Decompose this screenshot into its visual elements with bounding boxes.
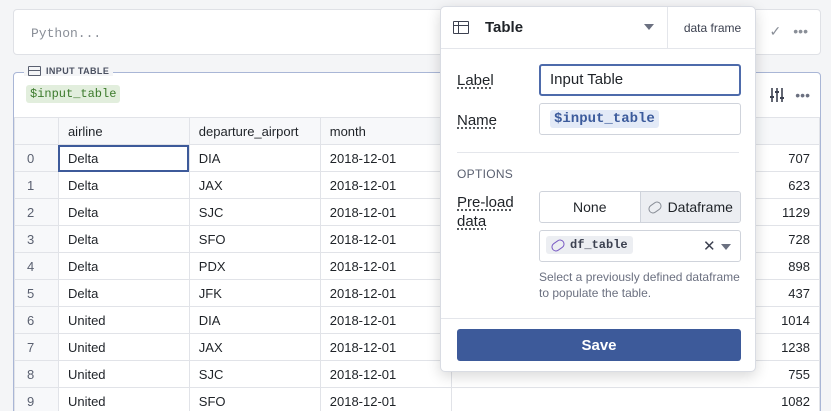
cell-departure-airport[interactable]: JFK — [188, 279, 321, 307]
cell-airline[interactable]: Delta — [57, 144, 190, 172]
save-button[interactable]: Save — [457, 329, 741, 361]
selected-dataframe-chip: df_table — [546, 236, 633, 254]
settings-sliders-icon[interactable] — [769, 87, 785, 103]
row-index: 4 — [14, 252, 59, 280]
cell-departure-airport[interactable]: SJC — [188, 198, 321, 226]
popover-header: Table data frame — [441, 7, 755, 49]
label-field-value[interactable]: Input Table — [550, 71, 623, 88]
column-header-month[interactable]: month — [319, 117, 452, 145]
clear-selection-icon[interactable]: ✕ — [703, 237, 716, 255]
row-index: 0 — [14, 144, 59, 172]
row-index: 2 — [14, 198, 59, 226]
table-row: 9 United SFO 2018-12-01 1082 — [14, 387, 821, 411]
row-index: 7 — [14, 333, 59, 361]
cell-month[interactable]: 2018-12-01 — [319, 225, 452, 253]
cell-departure-airport[interactable]: PDX — [188, 252, 321, 280]
cell-airline[interactable]: United — [57, 306, 190, 334]
input-table-tag-label: INPUT TABLE — [46, 66, 110, 76]
row-index: 5 — [14, 279, 59, 307]
cell-airline[interactable]: United — [57, 360, 190, 388]
input-type-select[interactable]: Table — [485, 19, 523, 36]
label-field[interactable]: Input Table — [539, 64, 741, 96]
row-index: 3 — [14, 225, 59, 253]
python-placeholder[interactable]: Python... — [31, 26, 101, 41]
cell-month[interactable]: 2018-12-01 — [319, 171, 452, 199]
tab-data-frame[interactable]: data frame — [667, 7, 757, 48]
cell-month[interactable]: 2018-12-01 — [319, 279, 452, 307]
divider — [457, 152, 739, 153]
cell-departure-airport[interactable]: DIA — [188, 306, 321, 334]
preload-label-line2: data — [457, 213, 487, 230]
options-heading: OPTIONS — [457, 167, 514, 181]
preload-segmented-control: None Dataframe — [539, 191, 741, 223]
table-icon — [28, 66, 41, 76]
dataframe-help-text: Select a previously defined dataframe to… — [539, 270, 740, 300]
popover-footer-divider — [441, 318, 755, 319]
cell-departure-airport[interactable]: SFO — [188, 225, 321, 253]
cell-month[interactable]: 2018-12-01 — [319, 387, 452, 411]
name-variable-chip[interactable]: $input_table — [550, 110, 659, 128]
cell-month[interactable]: 2018-12-01 — [319, 360, 452, 388]
table-type-icon — [453, 21, 469, 34]
cell-value[interactable]: 1082 — [450, 387, 821, 411]
label-field-label: Label — [457, 72, 494, 89]
name-field[interactable]: $input_table — [539, 103, 741, 135]
more-icon[interactable]: ••• — [793, 23, 808, 40]
cell-departure-airport[interactable]: JAX — [188, 171, 321, 199]
preload-data-label: Pre-load data — [457, 193, 514, 231]
cell-departure-airport[interactable]: SJC — [188, 360, 321, 388]
cell-airline[interactable]: Delta — [57, 198, 190, 226]
table-variable-chip: $input_table — [26, 85, 121, 103]
preload-none-label: None — [573, 199, 607, 215]
chevron-down-icon[interactable] — [644, 24, 654, 30]
cell-airline[interactable]: United — [57, 387, 190, 411]
cell-airline[interactable]: Delta — [57, 225, 190, 253]
preload-label-line1: Pre-load — [457, 194, 514, 211]
cell-month[interactable]: 2018-12-01 — [319, 306, 452, 334]
preload-dataframe-label: Dataframe — [667, 199, 733, 215]
column-header-airline[interactable]: airline — [57, 117, 190, 145]
cell-departure-airport[interactable]: JAX — [188, 333, 321, 361]
dataframe-select[interactable]: df_table ✕ — [539, 230, 741, 262]
cell-departure-airport[interactable]: DIA — [188, 144, 321, 172]
cell-airline[interactable]: Delta — [57, 252, 190, 280]
selected-dataframe-name: df_table — [570, 238, 628, 252]
input-table-tag: INPUT TABLE — [24, 66, 114, 76]
check-icon[interactable]: ✓ — [770, 23, 782, 40]
cell-month[interactable]: 2018-12-01 — [319, 198, 452, 226]
row-index: 9 — [14, 387, 59, 411]
link-icon — [646, 199, 663, 215]
cell-airline[interactable]: Delta — [57, 171, 190, 199]
dataframe-link-icon — [549, 237, 567, 253]
dataframe-chevron-down-icon[interactable] — [721, 244, 731, 250]
input-config-popover: Table data frame Label Input Table Name … — [440, 6, 756, 372]
row-index: 6 — [14, 306, 59, 334]
cell-month[interactable]: 2018-12-01 — [319, 333, 452, 361]
cell-month[interactable]: 2018-12-01 — [319, 252, 452, 280]
preload-dataframe-button[interactable]: Dataframe — [640, 192, 740, 222]
cell-departure-airport[interactable]: SFO — [188, 387, 321, 411]
cell-airline[interactable]: Delta — [57, 279, 190, 307]
table-more-icon[interactable]: ••• — [795, 87, 810, 103]
preload-none-button[interactable]: None — [540, 192, 641, 222]
name-field-label: Name — [457, 112, 498, 129]
cell-airline[interactable]: United — [57, 333, 190, 361]
row-index: 8 — [14, 360, 59, 388]
row-index: 1 — [14, 171, 59, 199]
cell-month[interactable]: 2018-12-01 — [319, 144, 452, 172]
column-header-departure-airport[interactable]: departure_airport — [188, 117, 321, 145]
index-header — [14, 117, 59, 145]
